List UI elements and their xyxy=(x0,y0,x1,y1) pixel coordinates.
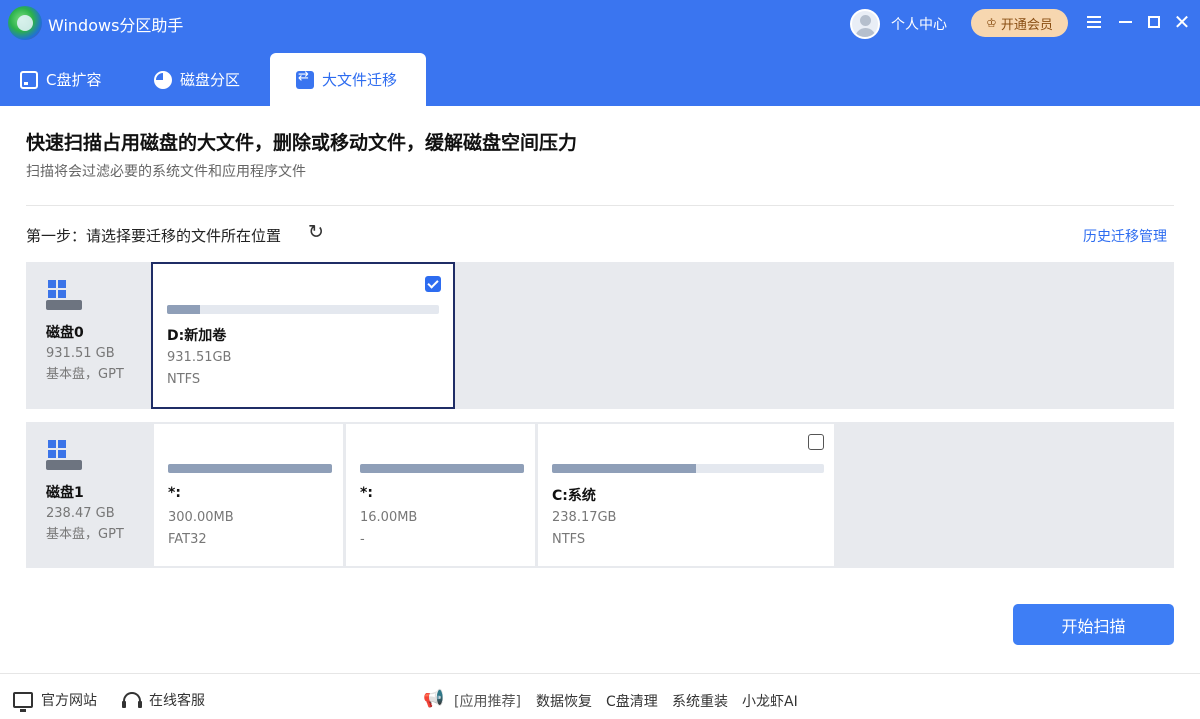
partition-card-c[interactable]: C:系统 238.17GB NTFS xyxy=(538,424,834,566)
disk-info: 磁盘1 238.47 GB 基本盘，GPT xyxy=(46,440,156,542)
maximize-button[interactable] xyxy=(1140,8,1168,36)
disk-info: 磁盘0 931.51 GB 基本盘，GPT xyxy=(46,280,156,382)
partition-card-msr[interactable]: *: 16.00MB - xyxy=(346,424,535,566)
close-button[interactable]: ✕ xyxy=(1168,8,1196,36)
disk-size: 931.51 GB xyxy=(46,346,115,361)
app-title: Windows分区助手 xyxy=(48,16,184,35)
partition-card-d[interactable]: D:新加卷 931.51GB NTFS xyxy=(151,262,455,409)
partition-filesystem: NTFS xyxy=(552,532,586,547)
vip-button[interactable]: ♔ 开通会员 xyxy=(971,9,1068,37)
crown-icon: ♔ xyxy=(986,16,997,30)
recommend-app-ai[interactable]: 小龙虾AI xyxy=(742,691,798,711)
app-recommend-label: [应用推荐] xyxy=(454,694,521,710)
usage-bar xyxy=(167,305,439,314)
hard-disk-icon xyxy=(46,280,82,312)
partition-capacity: 16.00MB xyxy=(360,510,418,525)
divider xyxy=(26,205,1174,206)
recommend-app-c-clean[interactable]: C盘清理 xyxy=(606,691,658,711)
partition-filesystem: NTFS xyxy=(167,372,201,387)
partition-capacity: 238.17GB xyxy=(552,510,617,525)
recommend-app-data-recovery[interactable]: 数据恢复 xyxy=(536,691,592,711)
step-label: 第一步：请选择要迁移的文件所在位置 xyxy=(26,227,282,245)
monitor-icon xyxy=(13,692,33,712)
usage-bar xyxy=(360,464,524,473)
user-avatar[interactable] xyxy=(850,9,880,39)
tab-large-file-move[interactable]: 大文件迁移 xyxy=(270,53,426,106)
tab-c-expand[interactable]: C盘扩容 xyxy=(0,53,134,106)
tab-label: C盘扩容 xyxy=(46,71,102,89)
title-bar: Windows分区助手 个人中心 ♔ 开通会员 ✕ C盘扩容 磁盘分区 大文件迁… xyxy=(0,0,1200,106)
history-migration-link[interactable]: 历史迁移管理 xyxy=(1083,226,1167,246)
disk-row-0: 磁盘0 931.51 GB 基本盘，GPT D:新加卷 931.51GB NTF… xyxy=(26,262,1174,409)
menu-button[interactable] xyxy=(1080,8,1108,36)
official-site-label: 官方网站 xyxy=(41,693,97,709)
usage-bar xyxy=(168,464,332,473)
partition-name: *: xyxy=(360,485,373,501)
partition-capacity: 931.51GB xyxy=(167,350,232,365)
disk-name: 磁盘1 xyxy=(46,485,84,501)
disk-size: 238.47 GB xyxy=(46,506,115,521)
partition-capacity: 300.00MB xyxy=(168,510,234,525)
disk-icon xyxy=(20,70,38,89)
pie-chart-icon xyxy=(154,70,172,89)
start-scan-button[interactable]: 开始扫描 xyxy=(1013,604,1174,645)
hard-disk-icon xyxy=(46,440,82,472)
page-subtitle: 扫描将会过滤必要的系统文件和应用程序文件 xyxy=(26,164,306,180)
tab-label: 大文件迁移 xyxy=(322,71,398,89)
partition-checkbox[interactable] xyxy=(808,434,824,450)
user-center-link[interactable]: 个人中心 xyxy=(891,14,947,34)
partition-filesystem: FAT32 xyxy=(168,532,207,547)
official-site-link[interactable]: 官方网站 xyxy=(13,690,97,712)
megaphone-icon: 📢 xyxy=(423,689,445,709)
disk-name: 磁盘0 xyxy=(46,325,84,341)
recommend-app-reinstall[interactable]: 系统重装 xyxy=(672,691,728,711)
headset-icon xyxy=(122,692,142,708)
partition-name: D:新加卷 xyxy=(167,328,227,344)
usage-bar xyxy=(552,464,824,473)
disk-type: 基本盘，GPT xyxy=(46,367,124,382)
partition-card-efi[interactable]: *: 300.00MB FAT32 xyxy=(154,424,343,566)
disk-row-1: 磁盘1 238.47 GB 基本盘，GPT *: 300.00MB FAT32 … xyxy=(26,422,1174,568)
partition-filesystem: - xyxy=(360,532,365,547)
vip-button-label: 开通会员 xyxy=(1000,17,1053,33)
partition-checkbox[interactable] xyxy=(425,276,441,292)
minimize-button[interactable] xyxy=(1111,8,1139,36)
disk-type: 基本盘，GPT xyxy=(46,527,124,542)
tab-label: 磁盘分区 xyxy=(180,71,241,89)
partition-name: C:系统 xyxy=(552,488,596,504)
refresh-icon[interactable]: ↻ xyxy=(308,222,328,242)
menu-icon xyxy=(1087,16,1101,28)
file-move-icon xyxy=(296,69,314,89)
tab-disk-partition[interactable]: 磁盘分区 xyxy=(134,53,270,106)
online-service-label: 在线客服 xyxy=(149,693,205,709)
online-service-link[interactable]: 在线客服 xyxy=(122,690,205,710)
minimize-icon xyxy=(1118,21,1132,23)
app-logo-icon xyxy=(8,6,42,40)
page-title: 快速扫描占用磁盘的大文件，删除或移动文件，缓解磁盘空间压力 xyxy=(26,132,578,154)
footer: 官方网站 在线客服 📢 [应用推荐] 数据恢复 C盘清理 系统重装 小龙虾AI xyxy=(0,674,1200,719)
maximize-icon xyxy=(1148,16,1160,28)
close-icon: ✕ xyxy=(1173,10,1191,34)
partition-name: *: xyxy=(168,485,181,501)
